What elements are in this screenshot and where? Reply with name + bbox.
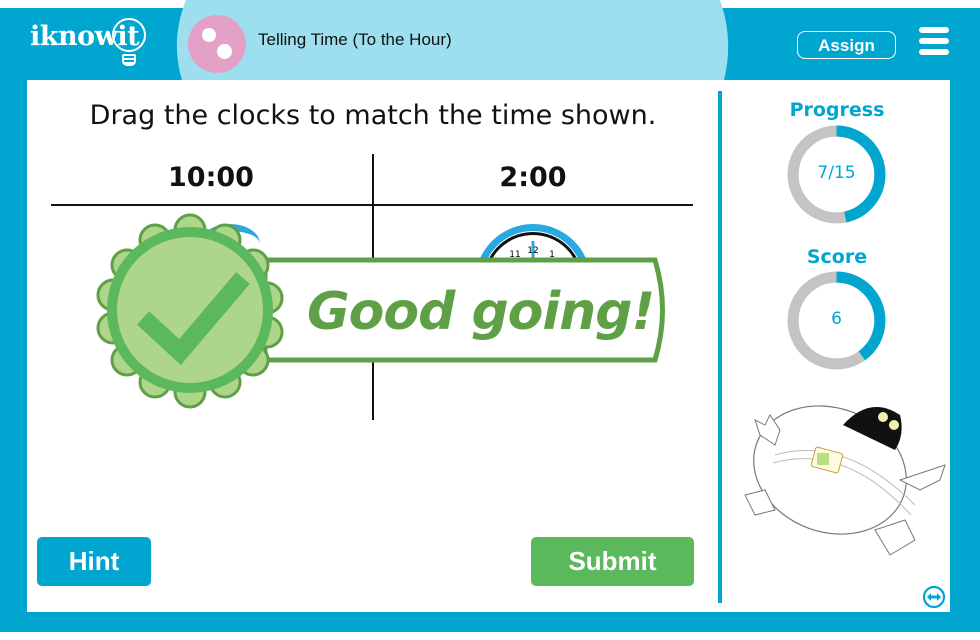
robot-mascot-icon — [744, 405, 946, 556]
two-dots-icon — [188, 15, 246, 73]
topic-title: Telling Time (To the Hour) — [258, 30, 452, 49]
lightbulb-icon — [112, 18, 146, 52]
feedback-message: Good going! — [307, 282, 655, 342]
lightbulb-line — [124, 62, 134, 64]
lightbulb-base-icon — [122, 54, 136, 66]
hint-button[interactable]: Hint — [37, 537, 151, 586]
progress-value: 7/15 — [817, 163, 856, 183]
menu-bar — [919, 49, 949, 55]
lightbulb-line — [124, 58, 134, 60]
hamburger-menu-icon[interactable] — [919, 27, 949, 55]
column-header-2: 2:00 — [499, 162, 567, 193]
panel-divider — [718, 91, 722, 603]
iknowit-logo[interactable]: iknowit — [30, 16, 150, 68]
column-header-1: 10:00 — [168, 162, 254, 193]
dot — [202, 28, 216, 42]
score-value: 6 — [831, 309, 842, 329]
menu-bar — [919, 27, 949, 33]
score-label: Score — [806, 246, 868, 268]
expand-arrows-icon[interactable] — [922, 585, 946, 609]
topic-tab — [172, 0, 734, 80]
submit-button[interactable]: Submit — [531, 537, 694, 586]
dot — [217, 44, 232, 59]
assign-button[interactable]: Assign — [797, 31, 896, 59]
progress-label: Progress — [789, 99, 885, 121]
instruction-text: Drag the clocks to match the time shown. — [89, 100, 657, 131]
menu-bar — [919, 38, 949, 44]
